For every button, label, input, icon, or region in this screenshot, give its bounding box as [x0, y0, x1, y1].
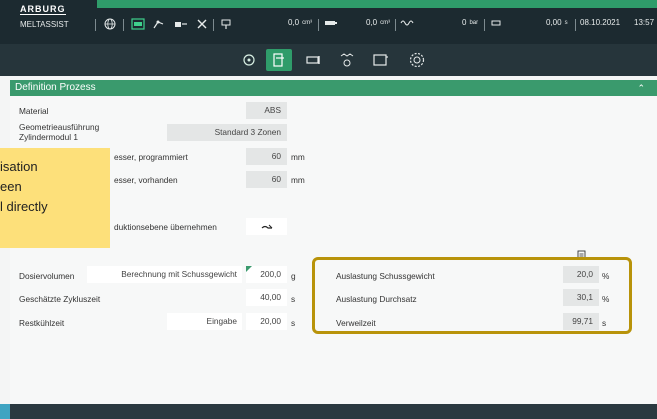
divider — [575, 19, 576, 31]
cycle-time-value: 0,00 — [546, 18, 562, 27]
section-title: Definition Prozess — [15, 82, 96, 93]
process-tool-icon[interactable] — [266, 49, 292, 71]
cycle-time-unit: s — [564, 19, 568, 26]
volume1-unit: cm³ — [302, 19, 313, 26]
geometry-label-line1: Geometrieausführung — [19, 122, 100, 132]
screw-present-unit: mm — [291, 175, 305, 185]
app-name: MELTASSIST — [20, 20, 69, 29]
injection-icon — [324, 18, 338, 28]
globe-icon[interactable] — [104, 18, 116, 30]
divider — [318, 19, 319, 31]
cooling-label: Restkühlzeit — [19, 318, 65, 328]
geometry-label-line2: Zylindermodul 1 — [19, 132, 79, 142]
tooltip-line2: een — [0, 179, 22, 194]
apply-production-level-button[interactable] — [246, 218, 287, 235]
gear-nozzle-tool-icon[interactable] — [236, 49, 262, 71]
volume-readout-2: 0,0 cm³ — [366, 18, 390, 27]
cycle-time-value[interactable]: 40,00 — [246, 289, 287, 306]
date-readout: 08.10.2021 — [580, 18, 621, 27]
cycle-time-readout: 0,00 s — [546, 18, 568, 27]
material-label: Material — [19, 106, 49, 116]
section-header[interactable]: Definition Prozess ⌃ — [10, 80, 657, 96]
brand-logo: ARBURG — [20, 4, 66, 15]
divider — [95, 19, 96, 31]
volume2-unit: cm³ — [380, 19, 391, 26]
mold-icon[interactable] — [220, 18, 232, 30]
cycle-time-label: Geschätzte Zykluszeit — [19, 294, 101, 304]
input-button[interactable]: Eingabe — [167, 313, 242, 330]
bottom-bar — [0, 404, 657, 419]
geometry-value[interactable]: Standard 3 Zonen — [167, 124, 287, 141]
top-status-bar: ARBURG MELTASSIST 0,0 cm³ 0,0 cm³ 0 bar 0,0… — [0, 0, 657, 44]
material-value[interactable]: ABS — [246, 102, 287, 119]
mold-tool-icon[interactable] — [368, 49, 394, 71]
cycle-time-unit: s — [291, 294, 296, 304]
machine-icon[interactable] — [131, 18, 145, 30]
apply-arrow-icon — [261, 224, 272, 229]
volume2-value: 0,0 — [366, 18, 378, 27]
process-definition-panel — [10, 96, 657, 404]
calc-with-shot-weight-button[interactable]: Berechnung mit Schussgewicht — [87, 266, 242, 283]
tool-row — [0, 44, 657, 76]
clock-readout: 13:57 — [634, 18, 655, 27]
screw-programmed-unit: mm — [291, 152, 305, 162]
volume1-value: 0,0 — [288, 18, 300, 27]
screw-programmed-label: esser, programmiert — [114, 152, 188, 162]
heating-icon — [400, 18, 414, 28]
production-level-label: duktionsebene übernehmen — [114, 222, 217, 232]
cooling-value[interactable]: 20,00 — [246, 313, 287, 330]
divider — [123, 19, 124, 31]
tooltip-line3: l directly — [0, 199, 48, 214]
results-highlight-frame — [312, 257, 632, 334]
screw-present-label: esser, vorhanden — [114, 175, 178, 185]
screw-present-value[interactable]: 60 — [246, 171, 287, 188]
dosing-label: Dosiervolumen — [19, 271, 75, 281]
cycle-icon — [489, 18, 503, 28]
conveyor-icon[interactable] — [174, 18, 188, 30]
geometry-label: Geometrieausführung Zylindermodul 1 — [19, 122, 99, 142]
help-tooltip: isation een l directly — [0, 148, 110, 248]
heating-tool-icon[interactable] — [334, 49, 360, 71]
divider — [213, 19, 214, 31]
barrel-tool-icon[interactable] — [301, 49, 327, 71]
screw-programmed-value[interactable]: 60 — [246, 148, 287, 165]
sprocket-tool-icon[interactable] — [404, 49, 430, 71]
cooling-unit: s — [291, 318, 296, 328]
chevron-up-icon[interactable]: ⌃ — [637, 80, 645, 96]
dosing-value[interactable]: 200,0 — [246, 266, 287, 283]
pressure-readout: 0 bar — [462, 18, 478, 27]
divider — [484, 19, 485, 31]
divider — [395, 19, 396, 31]
dosing-unit: g — [291, 271, 296, 281]
pressure-unit: bar — [469, 19, 479, 26]
bottom-accent — [0, 404, 10, 419]
volume-readout-1: 0,0 cm³ — [288, 18, 312, 27]
edited-marker — [246, 266, 252, 272]
pressure-value: 0 — [462, 18, 467, 27]
robot-arm-icon[interactable] — [152, 18, 166, 30]
tooltip-line1: isation — [0, 159, 38, 174]
status-strip — [97, 0, 657, 8]
tools-icon[interactable] — [196, 18, 208, 30]
